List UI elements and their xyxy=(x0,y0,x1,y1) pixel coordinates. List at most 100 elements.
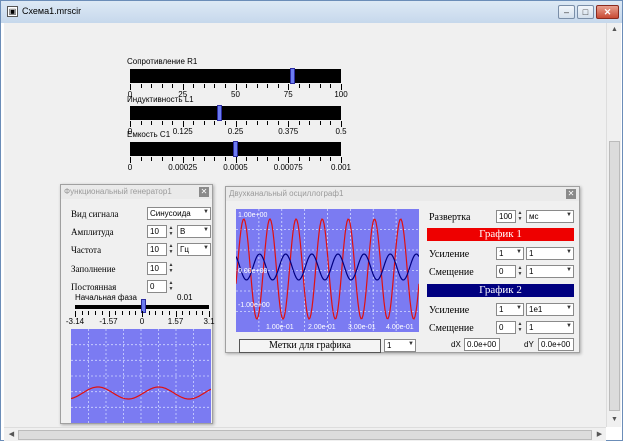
dx-field[interactable]: 0.0e+00 xyxy=(464,338,500,351)
slider-tick xyxy=(202,311,204,315)
ch2-gain-select-a[interactable]: 1 ▼ xyxy=(496,303,524,316)
amplitude-spinner[interactable]: ▲ ▼ xyxy=(167,225,175,238)
slider-c1[interactable] xyxy=(130,141,341,157)
app-icon: ▣ xyxy=(7,6,18,17)
scroll-up-icon[interactable]: ▲ xyxy=(607,23,622,37)
slider-c1-thumb[interactable] xyxy=(233,141,238,157)
slider-tick xyxy=(246,121,248,125)
ch1-offset-spinner[interactable]: ▲ ▼ xyxy=(516,265,524,278)
phase-slider[interactable] xyxy=(75,299,209,313)
slider-tick xyxy=(193,157,195,161)
frequency-unit-select[interactable]: Гц ▼ xyxy=(177,243,211,256)
slider-tick xyxy=(277,84,279,88)
amplitude-unit-select[interactable]: В ▼ xyxy=(177,225,211,238)
slider-l1-thumb[interactable] xyxy=(217,105,222,121)
slider-tick xyxy=(267,84,269,88)
slider-tick-label: 100 xyxy=(334,90,348,99)
slider-tick xyxy=(298,121,300,125)
minimize-button[interactable]: – xyxy=(558,5,575,19)
slider-tick xyxy=(214,157,216,161)
slider-tick xyxy=(256,157,258,161)
vertical-scroll-thumb[interactable] xyxy=(609,141,620,411)
scroll-right-icon[interactable]: ▶ xyxy=(592,428,607,442)
slider-l1[interactable] xyxy=(130,105,341,121)
slider-tick-label: 0.125 xyxy=(172,127,193,136)
generator-close-button[interactable]: ✕ xyxy=(199,187,209,197)
slider-r1-thumb[interactable] xyxy=(290,68,295,84)
phase-label: Начальная фаза xyxy=(75,293,137,302)
frequency-spinner[interactable]: ▲ ▼ xyxy=(167,243,175,256)
slider-r1[interactable] xyxy=(130,68,341,84)
ch2-offset-spinner[interactable]: ▲ ▼ xyxy=(516,321,524,334)
scroll-left-icon[interactable]: ◀ xyxy=(4,428,19,442)
ch2-gain-label: Усиление xyxy=(429,305,470,316)
slider-tick xyxy=(161,84,163,88)
ch1-gain-select-b[interactable]: 1 ▼ xyxy=(526,247,574,260)
dy-field[interactable]: 0.0e+00 xyxy=(538,338,574,351)
chevron-down-icon: ▼ xyxy=(516,249,522,255)
frequency-input[interactable]: 10 xyxy=(147,243,167,256)
fill-label: Заполнение xyxy=(71,264,116,274)
ch1-offset-select[interactable]: 1 ▼ xyxy=(526,265,574,278)
slider-tick xyxy=(151,84,153,88)
horizontal-scrollbar[interactable]: ◀ ▶ xyxy=(4,427,606,441)
scroll-down-icon[interactable]: ▼ xyxy=(607,413,622,427)
dc-offset-spinner[interactable]: ▲ ▼ xyxy=(167,280,175,293)
ch2-offset-input[interactable]: 0 xyxy=(496,321,516,334)
slider-tick xyxy=(319,84,321,88)
title-bar: ▣ Схема1.mrscir – □ ✕ xyxy=(1,1,622,23)
slider-tick xyxy=(195,311,197,315)
slider-label-l1: Индуктивность L1 xyxy=(127,95,194,104)
vertical-scrollbar[interactable]: ▲ ▼ xyxy=(606,23,621,427)
close-button[interactable]: ✕ xyxy=(596,5,619,19)
main-window: ▣ Схема1.mrscir – □ ✕ Сопротивление R1 0… xyxy=(0,0,623,441)
dc-offset-label: Постоянная xyxy=(71,282,117,292)
slider-tick xyxy=(298,157,300,161)
frequency-unit-value: Гц xyxy=(180,245,189,254)
scope-close-button[interactable]: ✕ xyxy=(566,189,576,199)
slider-tick xyxy=(168,311,170,315)
ch2-offset-select[interactable]: 1 ▼ xyxy=(526,321,574,334)
ch2-gain-select-b[interactable]: 1e1 ▼ xyxy=(526,303,574,316)
sweep-unit-value: мс xyxy=(529,212,539,221)
maximize-button[interactable]: □ xyxy=(577,5,594,19)
ch1-gain-select-a[interactable]: 1 ▼ xyxy=(496,247,524,260)
sweep-unit-select[interactable]: мс ▼ xyxy=(526,210,574,223)
slider-tick xyxy=(182,311,184,315)
slider-tick xyxy=(101,311,103,315)
ch2-gain-b-value: 1e1 xyxy=(529,305,543,314)
slider-tick xyxy=(277,157,279,161)
slider-tick xyxy=(140,84,142,88)
slider-tick xyxy=(214,84,216,88)
slider-tick xyxy=(172,84,174,88)
slider-tick xyxy=(319,121,321,125)
marks-button[interactable]: Метки для графика xyxy=(239,339,381,353)
x-label: 4.00e-01 xyxy=(386,324,414,331)
slider-tick xyxy=(193,84,195,88)
dc-offset-input[interactable]: 0 xyxy=(147,280,167,293)
ch1-offset-input[interactable]: 0 xyxy=(496,265,516,278)
slider-tick xyxy=(330,84,332,88)
amplitude-input[interactable]: 10 xyxy=(147,225,167,238)
slider-tick xyxy=(95,311,97,315)
slider-tick xyxy=(267,157,269,161)
slider-tick-label: 0.001 xyxy=(330,163,352,172)
marks-select[interactable]: 1 ▼ xyxy=(384,339,416,352)
slider-tick xyxy=(161,157,163,161)
fill-input[interactable]: 10 xyxy=(147,262,167,275)
slider-tick xyxy=(256,121,258,125)
fill-spinner[interactable]: ▲ ▼ xyxy=(167,262,175,275)
sweep-input[interactable]: 100 xyxy=(496,210,516,223)
sweep-spinner[interactable]: ▲ ▼ xyxy=(516,210,524,223)
slider-tick xyxy=(246,84,248,88)
scope-title: Двухканальный осциллограф1 xyxy=(226,187,579,201)
horizontal-scroll-thumb[interactable] xyxy=(18,430,592,440)
slider-tick-label: 0 xyxy=(139,317,145,326)
slider-tick xyxy=(121,311,123,315)
slider-tick xyxy=(135,311,137,315)
signal-type-select[interactable]: Синусоида ▼ xyxy=(147,207,211,220)
slider-c1-ticks: 0 0.00025 0.0005 0.00075 0.001 xyxy=(128,157,351,172)
slider-tick xyxy=(172,157,174,161)
slider-tick xyxy=(161,121,163,125)
chevron-down-icon: ▼ xyxy=(408,341,414,347)
